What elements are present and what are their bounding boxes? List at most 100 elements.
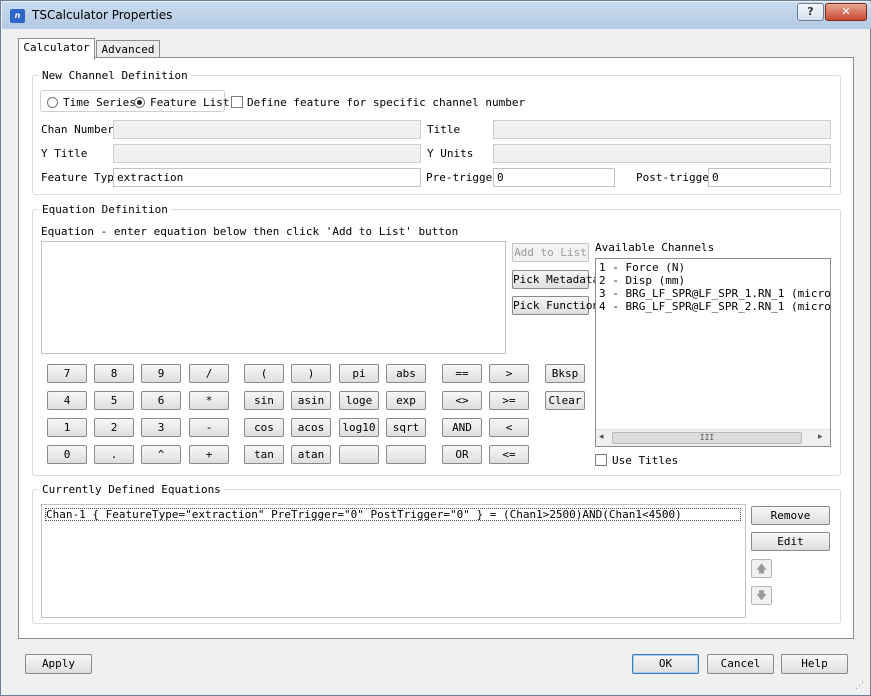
keypad-button[interactable]: . xyxy=(94,445,134,464)
channel-item[interactable]: 1 - Force (N) xyxy=(599,261,685,274)
feature-list-label[interactable]: Feature List xyxy=(150,96,229,109)
move-down-arrow-icon[interactable]: 🡇 xyxy=(751,586,772,605)
scroll-thumb[interactable]: III xyxy=(612,432,802,444)
help-button[interactable]: Help xyxy=(781,654,848,674)
keypad-button[interactable]: 8 xyxy=(94,364,134,383)
keypad-button[interactable]: * xyxy=(189,391,229,410)
keypad-button[interactable]: ) xyxy=(291,364,331,383)
scroll-left-arrow-icon[interactable]: ◂ xyxy=(599,432,604,442)
keypad-button[interactable]: acos xyxy=(291,418,331,437)
keypad-button[interactable]: loge xyxy=(339,391,379,410)
y-title-field[interactable] xyxy=(113,144,421,163)
defined-equations-group: Currently Defined Equations Chan-1 { Fea… xyxy=(32,483,841,624)
keypad-button[interactable]: <> xyxy=(442,391,482,410)
chan-number-label: Chan Number xyxy=(41,123,114,136)
keypad-button[interactable]: == xyxy=(442,364,482,383)
keypad-button[interactable]: >= xyxy=(489,391,529,410)
window-title: TSCalculator Properties xyxy=(32,8,173,22)
keypad-button[interactable]: > xyxy=(489,364,529,383)
equation-group: Equation Definition Equation - enter equ… xyxy=(32,203,841,476)
keypad-button[interactable]: pi xyxy=(339,364,379,383)
keypad-button[interactable]: ^ xyxy=(141,445,181,464)
keypad-button[interactable]: asin xyxy=(291,391,331,410)
app-icon: n xyxy=(10,9,25,23)
y-units-field[interactable] xyxy=(493,144,831,163)
define-feature-label[interactable]: Define feature for specific channel numb… xyxy=(247,96,525,109)
define-feature-checkbox[interactable] xyxy=(231,96,243,108)
keypad-button[interactable]: OR xyxy=(442,445,482,464)
equation-editor[interactable] xyxy=(41,241,506,354)
help-caption-button[interactable]: ? xyxy=(797,3,824,21)
channel-item[interactable]: 3 - BRG_LF_SPR@LF_SPR_1.RN_1 (microstrai… xyxy=(599,287,830,300)
use-titles-checkbox[interactable] xyxy=(595,454,607,466)
new-channel-group: New Channel Definition Time Series Featu… xyxy=(32,69,841,195)
keypad-button[interactable]: 3 xyxy=(141,418,181,437)
clear-button[interactable]: Clear xyxy=(545,391,585,410)
keypad-button[interactable]: + xyxy=(189,445,229,464)
pre-trigger-field[interactable]: 0 xyxy=(493,168,615,187)
keypad-button[interactable]: - xyxy=(189,418,229,437)
equation-instruction: Equation - enter equation below then cli… xyxy=(41,225,459,238)
keypad-button[interactable]: sqrt xyxy=(386,418,426,437)
keypad-button[interactable]: < xyxy=(489,418,529,437)
chan-number-field[interactable] xyxy=(113,120,421,139)
keypad-button[interactable]: 5 xyxy=(94,391,134,410)
keypad-button[interactable]: sin xyxy=(244,391,284,410)
title-bar[interactable]: n TSCalculator Properties ? ✕ xyxy=(2,2,871,29)
add-to-list-button[interactable]: Add to List xyxy=(512,243,589,262)
dialog-window: n TSCalculator Properties ? ✕ Calculator… xyxy=(0,0,871,696)
calculator-tab-pane: New Channel Definition Time Series Featu… xyxy=(18,57,854,639)
keypad-button[interactable] xyxy=(386,445,426,464)
ok-button[interactable]: OK xyxy=(632,654,699,674)
post-trigger-field[interactable]: 0 xyxy=(708,168,831,187)
tab-calculator[interactable]: Calculator xyxy=(18,38,95,60)
keypad: 7 8 9 / () pi abs == >4 5 6 * sin asin loge exp <> >= 1 2 3-… xyxy=(47,364,537,464)
keypad-button[interactable]: 6 xyxy=(141,391,181,410)
title-field[interactable] xyxy=(493,120,831,139)
use-titles-label[interactable]: Use Titles xyxy=(612,454,678,467)
defined-equations-title: Currently Defined Equations xyxy=(39,483,224,496)
keypad-button[interactable] xyxy=(339,445,379,464)
backspace-button[interactable]: Bksp xyxy=(545,364,585,383)
available-channels-list[interactable]: 1 - Force (N) 2 - Disp (mm) 3 - BRG_LF_S… xyxy=(595,258,831,447)
horizontal-scrollbar[interactable]: ◂ III ▸ xyxy=(596,429,830,446)
equation-list-item[interactable]: Chan-1 { FeatureType="extraction" PreTri… xyxy=(45,508,741,521)
keypad-button[interactable]: 4 xyxy=(47,391,87,410)
keypad-button[interactable]: abs xyxy=(386,364,426,383)
equation-group-title: Equation Definition xyxy=(39,203,171,216)
remove-button[interactable]: Remove xyxy=(751,506,830,525)
edit-button[interactable]: Edit xyxy=(751,532,830,551)
keypad-button[interactable]: ( xyxy=(244,364,284,383)
close-button[interactable]: ✕ xyxy=(825,3,867,21)
keypad-button[interactable]: exp xyxy=(386,391,426,410)
keypad-button[interactable]: 2 xyxy=(94,418,134,437)
cancel-button[interactable]: Cancel xyxy=(707,654,774,674)
apply-button[interactable]: Apply xyxy=(25,654,92,674)
pick-function-button[interactable]: Pick Function xyxy=(512,296,599,315)
feature-type-field[interactable]: extraction xyxy=(113,168,421,187)
keypad-button[interactable]: AND xyxy=(442,418,482,437)
keypad-button[interactable]: / xyxy=(189,364,229,383)
scroll-right-arrow-icon[interactable]: ▸ xyxy=(818,432,823,442)
keypad-button[interactable]: log10 xyxy=(339,418,379,437)
time-series-radio[interactable] xyxy=(47,97,58,108)
title-label: Title xyxy=(427,123,461,136)
keypad-button[interactable]: 7 xyxy=(47,364,87,383)
move-up-arrow-icon[interactable]: 🡅 xyxy=(751,559,772,578)
keypad-button[interactable]: tan xyxy=(244,445,284,464)
defined-equations-list[interactable]: Chan-1 { FeatureType="extraction" PreTri… xyxy=(41,504,746,618)
time-series-label[interactable]: Time Series xyxy=(63,96,136,109)
resize-grip-icon[interactable]: ⋰ xyxy=(855,681,867,693)
keypad-button[interactable]: cos xyxy=(244,418,284,437)
feature-type-label: Feature Type xyxy=(41,171,121,184)
channel-item[interactable]: 2 - Disp (mm) xyxy=(599,274,685,287)
feature-list-radio[interactable] xyxy=(134,97,145,108)
keypad-button[interactable]: 0 xyxy=(47,445,87,464)
keypad-button[interactable]: 1 xyxy=(47,418,87,437)
keypad-button[interactable]: 9 xyxy=(141,364,181,383)
channel-item[interactable]: 4 - BRG_LF_SPR@LF_SPR_2.RN_1 (microstrai… xyxy=(599,300,830,313)
post-trigger-label: Post-trigger xyxy=(636,171,716,184)
pick-metadata-button[interactable]: Pick Metadata xyxy=(512,270,599,289)
keypad-button[interactable]: atan xyxy=(291,445,331,464)
keypad-button[interactable]: <= xyxy=(489,445,529,464)
